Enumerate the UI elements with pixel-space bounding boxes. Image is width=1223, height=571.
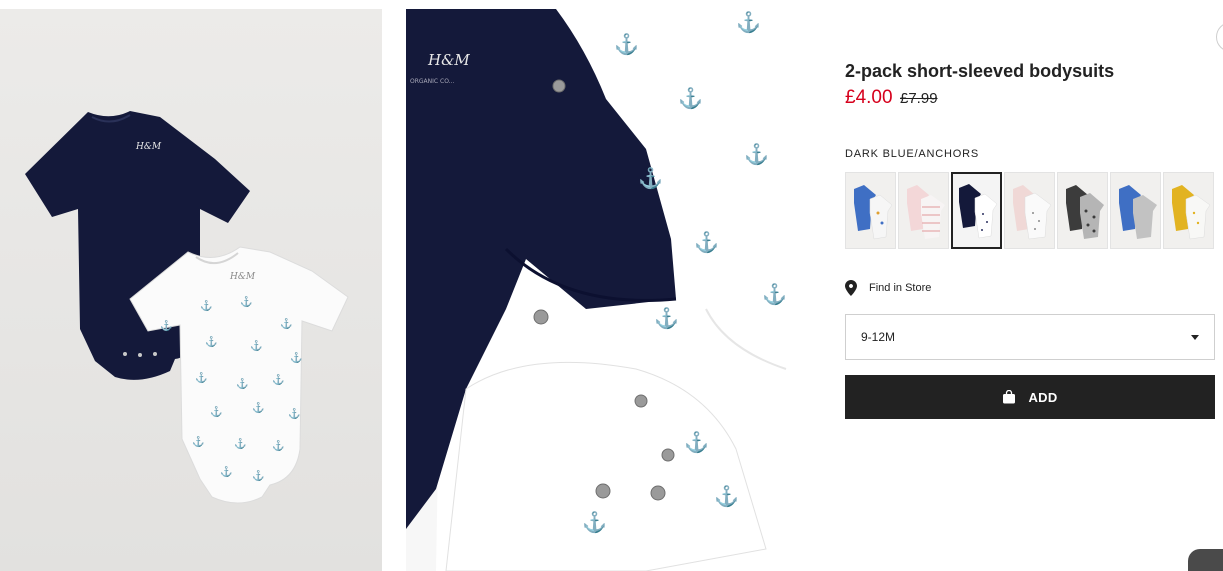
find-in-store-label: Find in Store (869, 282, 932, 294)
sale-price: £4.00 (845, 87, 893, 108)
svg-text:⚓: ⚓ (714, 484, 739, 508)
selected-color-name: DARK BLUE/ANCHORS (845, 148, 980, 160)
svg-text:⚓: ⚓ (210, 405, 222, 418)
add-to-bag-button[interactable]: ADD (845, 375, 1215, 419)
svg-text:⚓: ⚓ (762, 282, 787, 306)
brand-mark-closeup: H&M (427, 51, 470, 69)
product-title: 2-pack short-sleeved bodysuits (845, 61, 1115, 81)
svg-text:⚓: ⚓ (252, 401, 264, 414)
svg-text:⚓: ⚓ (744, 142, 769, 166)
find-in-store-link[interactable]: Find in Store (845, 280, 931, 296)
svg-text:⚓: ⚓ (252, 469, 264, 482)
original-price: £7.99 (900, 90, 938, 107)
svg-text:⚓: ⚓ (220, 465, 232, 478)
svg-text:⚓: ⚓ (694, 230, 719, 254)
svg-text:⚓: ⚓ (736, 10, 761, 34)
svg-text:⚓: ⚓ (678, 86, 703, 110)
product-image-main[interactable]: ⚓ ⚓ ⚓ ⚓ ⚓ ⚓ ⚓ ⚓ ⚓ ⚓ ⚓ ⚓ ⚓ ⚓ ⚓ ⚓ ⚓ ⚓ H&M H&M (0, 9, 382, 571)
svg-text:⚓: ⚓ (192, 435, 204, 448)
size-select-value: 9-12M (861, 330, 896, 344)
white-bodysuit (129, 246, 349, 504)
swatch-blue-white[interactable] (845, 172, 896, 249)
svg-text:⚓: ⚓ (205, 335, 217, 348)
swatch-yellow-white[interactable] (1163, 172, 1214, 249)
swatch-dark-blue-anchors[interactable] (951, 172, 1002, 249)
svg-text:⚓: ⚓ (200, 299, 212, 312)
svg-text:⚓: ⚓ (288, 407, 300, 420)
swatch-dark-grey-hearts[interactable] (1057, 172, 1108, 249)
svg-text:⚓: ⚓ (236, 377, 248, 390)
svg-text:⚓: ⚓ (272, 373, 284, 386)
location-pin-icon (845, 280, 857, 296)
swatch-pink-stripes[interactable] (898, 172, 949, 249)
svg-text:⚓: ⚓ (654, 306, 679, 330)
svg-text:⚓: ⚓ (234, 437, 246, 450)
color-swatch-list (845, 172, 1214, 249)
svg-text:⚓: ⚓ (290, 351, 302, 364)
svg-text:⚓: ⚓ (280, 317, 292, 330)
brand-mark: H&M (135, 142, 162, 152)
svg-text:⚓: ⚓ (684, 430, 709, 454)
product-image-detail[interactable]: ⚓ ⚓ ⚓ ⚓ ⚓ ⚓ ⚓ ⚓ ⚓ ⚓ ⚓ H&M ORGANIC CO... (406, 9, 805, 571)
svg-text:⚓: ⚓ (195, 371, 207, 384)
chevron-down-icon (1191, 334, 1199, 340)
chat-widget-button[interactable] (1188, 549, 1223, 571)
svg-text:⚓: ⚓ (250, 339, 262, 352)
svg-text:⚓: ⚓ (582, 510, 607, 534)
add-button-label: ADD (1028, 389, 1058, 405)
shopping-bag-icon (1003, 390, 1016, 404)
svg-text:⚓: ⚓ (240, 295, 252, 308)
svg-text:H&M: H&M (229, 272, 256, 282)
svg-text:⚓: ⚓ (638, 166, 663, 190)
swatch-blue-grey[interactable] (1110, 172, 1161, 249)
product-info-panel: 2-pack short-sleeved bodysuits £4.00 £7.… (845, 0, 1223, 571)
price-row: £4.00 £7.99 (845, 87, 938, 109)
svg-text:⚓: ⚓ (160, 319, 172, 332)
svg-text:⚓: ⚓ (614, 32, 639, 56)
swatch-pink-white[interactable] (1004, 172, 1055, 249)
size-select[interactable]: 9-12M (845, 314, 1215, 360)
care-label-text: ORGANIC CO... (410, 78, 454, 85)
svg-text:⚓: ⚓ (272, 439, 284, 452)
